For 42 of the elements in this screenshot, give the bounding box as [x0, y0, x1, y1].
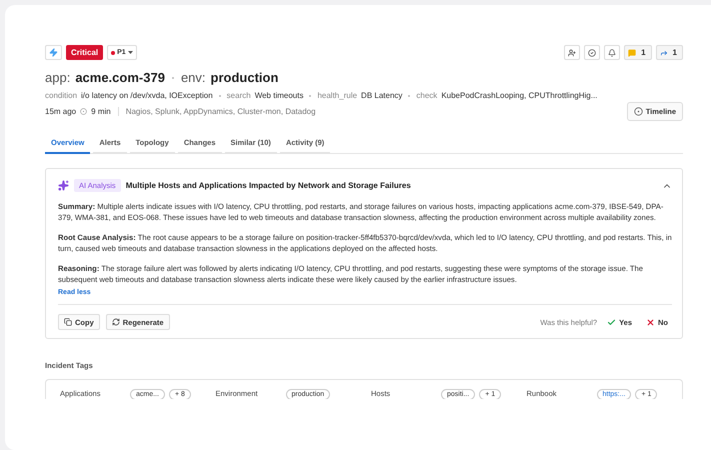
condition-label: search	[226, 91, 251, 100]
title-key: app:	[45, 70, 70, 85]
resolve-button[interactable]	[584, 45, 600, 60]
clock-icon	[80, 108, 88, 115]
priority-dot-icon	[111, 50, 116, 54]
sources-text: Nagios, Splunk, AppDynamics, Cluster-mon, Datadog	[126, 107, 316, 116]
comment-icon	[628, 48, 636, 56]
cross-icon	[646, 318, 655, 326]
copy-icon	[64, 318, 72, 326]
age-text: 15m ago	[45, 107, 76, 116]
check-circle-icon	[588, 48, 596, 56]
bell-icon	[608, 48, 616, 56]
bell-button[interactable]	[604, 45, 620, 60]
user-plus-icon	[568, 48, 576, 56]
analysis-title: Multiple Hosts and Applications Impacted by Network and Storage Failures	[126, 181, 411, 190]
sparkle-icon	[58, 180, 69, 191]
title-key: env:	[180, 70, 206, 85]
condition-value: DB Latency	[361, 91, 402, 100]
share-button[interactable]: 1	[656, 45, 683, 60]
comment-button[interactable]: 1	[624, 45, 652, 60]
refresh-icon	[112, 318, 120, 326]
condition-label: condition	[45, 91, 78, 100]
severity-badge: Critical	[66, 45, 104, 60]
forward-arrow-icon	[660, 48, 668, 56]
condition-value: KubePodCrashLooping, CPUThrottlingHig...	[441, 91, 598, 100]
title-value: production	[210, 70, 278, 85]
lightning-button[interactable]	[45, 45, 62, 60]
condition-label: health_rule	[317, 91, 358, 100]
condition-value: i/o latency on /dev/xvda, IOException	[81, 91, 213, 100]
assign-button[interactable]	[564, 45, 580, 60]
separator-dot	[309, 94, 312, 96]
check-icon	[607, 318, 616, 326]
separator-dot	[218, 94, 221, 96]
lightning-icon	[49, 48, 58, 57]
radio-icon	[634, 107, 643, 116]
title-value: acme.com-379	[75, 70, 165, 85]
condition-label: check	[416, 91, 438, 100]
separator-dot	[408, 94, 410, 96]
separator-dot	[172, 76, 174, 78]
condition-value: Web timeouts	[254, 91, 304, 100]
caret-icon	[128, 51, 133, 54]
duration-text: 9 min	[91, 107, 111, 116]
